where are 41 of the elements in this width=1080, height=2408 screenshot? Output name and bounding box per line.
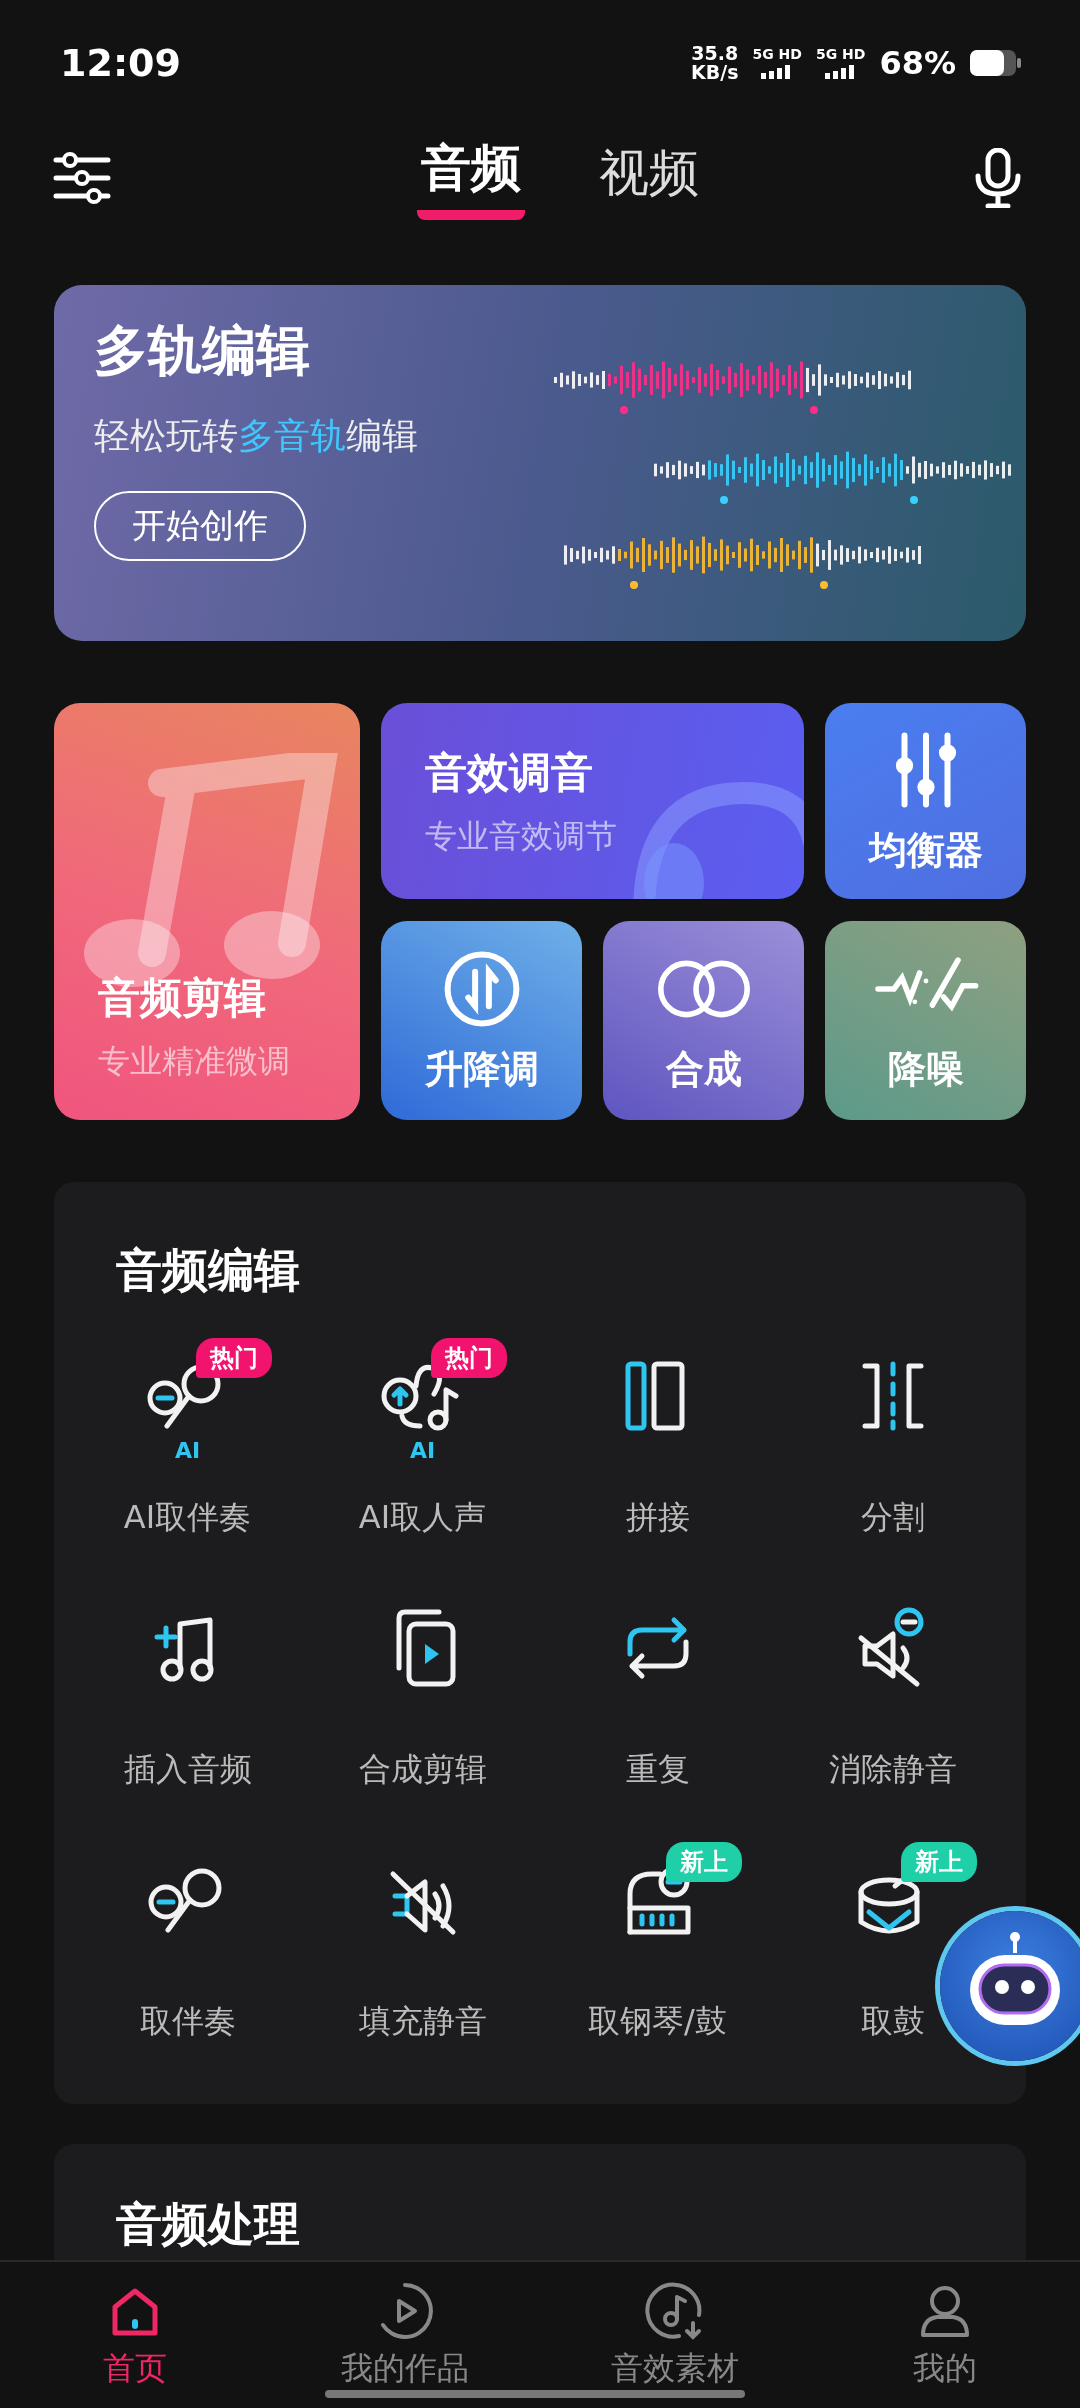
status-time: 12:09 [60,40,182,85]
battery-icon [970,49,1022,76]
tool-item[interactable]: 分割 [842,1336,943,1540]
tool-item[interactable]: 拼接 [607,1336,708,1540]
tile-subtitle: 专业精准微调 [98,1041,291,1082]
battery-percent: 68% [879,43,956,82]
tool-item[interactable]: 重复 [607,1588,708,1792]
tool-item[interactable]: 合成剪辑 [358,1588,487,1792]
nav-item[interactable]: 我的作品 [270,2262,540,2408]
header-tab[interactable]: 视频 [595,135,703,220]
banner-subtitle: 轻松玩转多音轨编辑 [94,414,418,458]
start-create-button[interactable]: 开始创作 [94,491,306,561]
section-title: 音频处理 [115,2196,301,2253]
network-speed-unit: KB/s [691,62,739,82]
tool-badge: 新上 [900,1842,977,1882]
nav-item[interactable]: 音效素材 [540,2262,810,2408]
nav-item[interactable]: 首页 [0,2262,270,2408]
banner-title: 多轨编辑 [94,318,310,384]
ai-tag: AI [409,1438,436,1463]
feature-tile[interactable]: 合成 [603,921,804,1120]
tile-title: 音效调音 [425,747,594,799]
tile-title: 音频剪辑 [98,972,267,1024]
feature-tile[interactable]: 均衡器 [825,703,1026,899]
tile-subtitle: 专业音效调节 [425,816,618,857]
ai-tag: AI [174,1438,201,1463]
network-type: 5G HD [815,46,866,62]
tool-item[interactable]: 插入音频 [123,1588,252,1792]
tool-item[interactable]: 填充静音 [358,1840,487,2044]
network-type: 5G HD [752,46,802,62]
tool-item[interactable]: 取伴奏 [137,1840,238,2044]
tool-badge: 热门 [195,1338,272,1378]
feature-tile[interactable]: 升降调 [381,921,582,1120]
tool-badge: 新上 [665,1842,742,1882]
multitrack-banner[interactable]: 多轨编辑 轻松玩转多音轨编辑 开始创作 [54,285,1026,641]
nav-item[interactable]: 我的 [810,2262,1080,2408]
feature-tile[interactable]: 音效调音 专业音效调节 [381,703,804,899]
header-tab[interactable]: 音频 [417,135,525,220]
network-speed: 35.8 [691,43,739,63]
section-title: 音频编辑 [115,1242,301,1299]
tool-item[interactable]: 消除静音 [828,1588,957,1792]
tool-badge: 热门 [430,1338,507,1378]
